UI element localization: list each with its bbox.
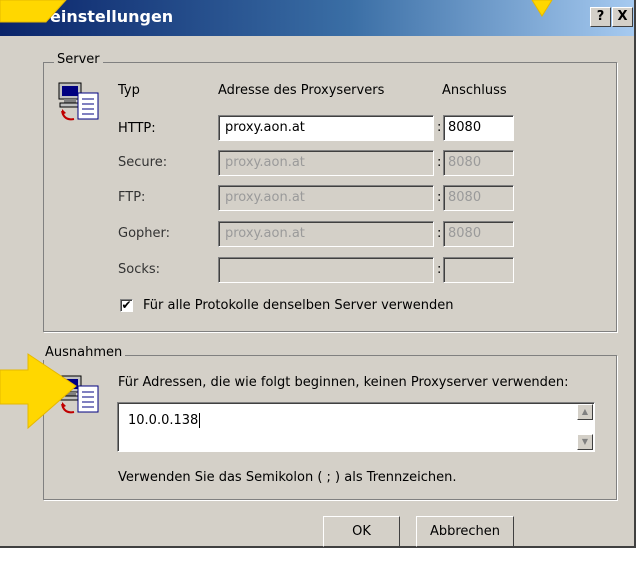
exceptions-textarea[interactable]: 10.0.0.138 ▲ ▼: [117, 402, 595, 452]
proxy-settings-dialog: einstellungen ? X Server Typ Adresse des…: [0, 0, 636, 548]
row-label-ftp: FTP:: [118, 190, 146, 205]
row-label-http: HTTP:: [118, 121, 156, 136]
row-label-gopher: Gopher:: [118, 226, 171, 241]
socks-address-input[interactable]: [218, 257, 434, 283]
exceptions-value: 10.0.0.138: [128, 413, 199, 428]
highlight-arrow-top-right: [531, 0, 553, 17]
highlight-arrow-left: [0, 353, 77, 430]
same-server-label: Für alle Protokolle denselben Server ver…: [143, 298, 454, 313]
scroll-up-button[interactable]: ▲: [577, 404, 593, 420]
row-label-socks: Socks:: [118, 262, 161, 277]
secure-port-input[interactable]: 8080: [443, 150, 514, 176]
separator-colon: :: [437, 120, 442, 135]
http-port-input[interactable]: 8080: [443, 115, 514, 141]
gopher-address-input[interactable]: proxy.aon.at: [218, 221, 434, 247]
separator-colon: :: [437, 155, 442, 170]
text-caret: [199, 413, 201, 428]
network-computer-icon: [58, 82, 99, 121]
scroll-down-button[interactable]: ▼: [577, 434, 593, 450]
column-header-port: Anschluss: [442, 83, 507, 98]
gopher-port-input[interactable]: 8080: [443, 221, 514, 247]
help-button[interactable]: ?: [590, 7, 611, 27]
separator-colon: :: [437, 190, 442, 205]
ftp-port-input[interactable]: 8080: [443, 185, 514, 211]
secure-address-input[interactable]: proxy.aon.at: [218, 150, 434, 176]
highlight-arrow-top-left: [0, 0, 67, 23]
same-server-checkbox[interactable]: ✔: [120, 299, 133, 312]
http-address-input[interactable]: proxy.aon.at: [218, 115, 434, 141]
server-legend: Server: [54, 52, 103, 67]
separator-colon: :: [437, 262, 442, 277]
exceptions-instruction: Für Adressen, die wie folgt beginnen, ke…: [118, 375, 569, 390]
separator-colon: :: [437, 226, 442, 241]
column-header-type: Typ: [118, 83, 140, 98]
socks-port-input[interactable]: [443, 257, 514, 283]
cancel-button[interactable]: Abbrechen: [416, 516, 514, 547]
close-button[interactable]: X: [612, 7, 633, 27]
separator-hint: Verwenden Sie das Semikolon ( ; ) als Tr…: [118, 470, 457, 485]
row-label-secure: Secure:: [118, 155, 168, 170]
ok-button[interactable]: OK: [323, 516, 400, 547]
ftp-address-input[interactable]: proxy.aon.at: [218, 185, 434, 211]
column-header-address: Adresse des Proxyservers: [218, 83, 385, 98]
